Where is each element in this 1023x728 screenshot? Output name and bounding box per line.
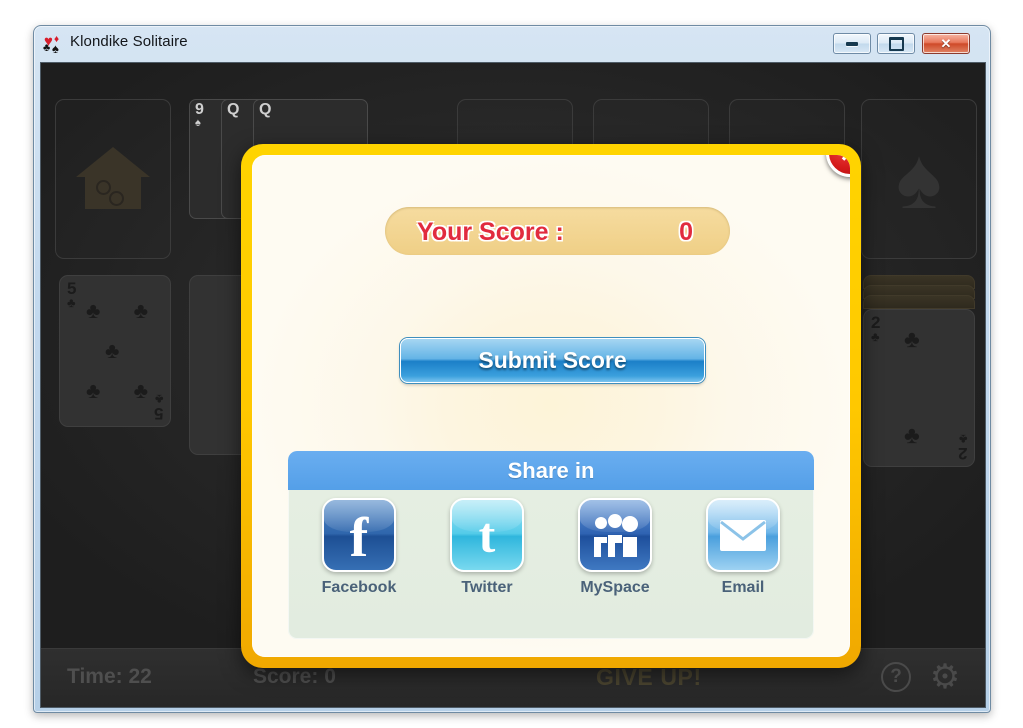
card-rank: Q xyxy=(259,101,272,118)
share-label: Twitter xyxy=(461,579,513,596)
score-value: 0 xyxy=(679,218,693,246)
help-icon[interactable]: ? xyxy=(881,662,911,692)
face-down-card[interactable] xyxy=(863,295,975,309)
window-title: Klondike Solitaire xyxy=(70,33,188,50)
submit-score-button[interactable]: Submit Score xyxy=(400,338,705,383)
tableau-card[interactable] xyxy=(189,275,249,455)
share-twitter[interactable]: t Twitter xyxy=(443,498,531,597)
minimize-icon xyxy=(834,34,870,53)
share-myspace[interactable]: MySpace xyxy=(571,498,659,597)
close-icon: ✕ xyxy=(940,35,952,51)
maximize-button[interactable] xyxy=(877,33,915,54)
gear-icon[interactable]: ⚙ xyxy=(927,659,963,695)
share-panel: Share in f Facebook t Twitter MySpace Em… xyxy=(288,451,814,639)
time-display: Time: 22 xyxy=(67,665,152,688)
spade-icon: ♠ xyxy=(896,131,942,227)
share-label: Email xyxy=(721,579,765,596)
foundation-slot-spades[interactable]: ♠ xyxy=(861,99,977,259)
give-up-button[interactable]: GIVE UP! xyxy=(596,664,702,691)
title-bar[interactable]: ♥ ♦ ♣ ♠ Klondike Solitaire ✕ xyxy=(34,26,990,62)
score-panel: Your Score : 0 xyxy=(385,207,730,255)
share-header: Share in xyxy=(288,451,814,490)
share-label: MySpace xyxy=(580,579,650,596)
minimize-button[interactable] xyxy=(833,33,871,54)
dialog-body: Your Score : 0 Submit Score Share in f F… xyxy=(252,155,850,657)
two-of-clubs-card[interactable]: 2 ♣ 2 ♣ ♣ ♣ xyxy=(863,309,975,467)
share-title: Share in xyxy=(507,457,595,483)
twitter-icon[interactable]: t xyxy=(450,498,524,572)
application-window: ♥ ♦ ♣ ♠ Klondike Solitaire ✕ 9 ♠ Q Q ♠ 5… xyxy=(33,25,991,713)
people-group-icon xyxy=(594,514,638,557)
share-facebook[interactable]: f Facebook xyxy=(315,498,403,597)
cards-suits-icon: ♥ ♦ ♣ ♠ xyxy=(43,33,60,56)
card-corner: 2 ♣ xyxy=(957,432,967,463)
share-email[interactable]: Email xyxy=(699,498,787,597)
score-dialog: Your Score : 0 Submit Score Share in f F… xyxy=(241,144,861,668)
envelope-icon xyxy=(720,520,766,551)
share-label: Facebook xyxy=(321,579,397,596)
submit-score-label: Submit Score xyxy=(478,347,627,373)
house-icon xyxy=(76,147,150,211)
dialog-close-button[interactable]: ✕ xyxy=(826,155,850,177)
stock-pile[interactable] xyxy=(55,99,171,259)
card-rank: 9 ♠ xyxy=(195,101,204,129)
facebook-icon[interactable]: f xyxy=(322,498,396,572)
score-label: Your Score : xyxy=(417,218,564,246)
card-corner: 2 ♣ xyxy=(871,313,881,344)
card-rank: Q xyxy=(227,101,240,118)
share-icons-row: f Facebook t Twitter MySpace Email xyxy=(288,498,814,597)
card-corner: 5 ♣ xyxy=(67,279,77,310)
maximize-icon xyxy=(878,34,914,53)
email-icon[interactable] xyxy=(706,498,780,572)
five-of-clubs-card[interactable]: 5 ♣ 5 ♣ ♣ ♣ ♣ ♣ ♣ xyxy=(59,275,171,427)
myspace-icon[interactable] xyxy=(578,498,652,572)
score-display: Score: 0 xyxy=(253,665,336,688)
card-corner: 5 ♣ xyxy=(153,392,163,423)
close-button[interactable]: ✕ xyxy=(922,33,970,54)
